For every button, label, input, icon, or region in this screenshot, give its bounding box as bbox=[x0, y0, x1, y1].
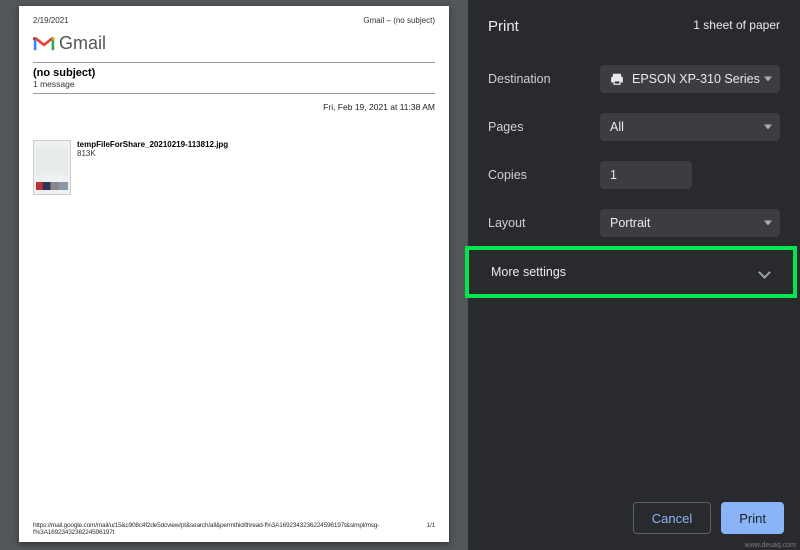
chevron-down-icon bbox=[764, 125, 772, 130]
copies-value: 1 bbox=[610, 168, 617, 182]
message-count: 1 message bbox=[33, 79, 435, 89]
gmail-logo: Gmail bbox=[33, 33, 435, 54]
destination-value: EPSON XP-310 Series bbox=[632, 72, 760, 86]
destination-label: Destination bbox=[488, 72, 592, 86]
watermark: www.deuaq.com bbox=[745, 542, 796, 549]
pages-select[interactable]: All bbox=[600, 113, 780, 141]
layout-label: Layout bbox=[488, 216, 592, 230]
attachment-size: 813K bbox=[77, 149, 228, 158]
footer-url: https://mail.google.com/mail/u/15&c908c4… bbox=[33, 522, 427, 536]
destination-select[interactable]: EPSON XP-310 Series bbox=[600, 65, 780, 93]
copies-input[interactable]: 1 bbox=[600, 161, 692, 189]
more-settings-label: More settings bbox=[491, 265, 566, 279]
print-preview-area: 2/19/2021 Gmail – (no subject) Gmail (no… bbox=[0, 0, 468, 550]
pages-value: All bbox=[610, 120, 624, 134]
preview-title: Gmail – (no subject) bbox=[363, 16, 435, 25]
print-button[interactable]: Print bbox=[721, 502, 784, 534]
email-date: Fri, Feb 19, 2021 at 11:38 AM bbox=[33, 102, 435, 112]
copies-label: Copies bbox=[488, 168, 592, 182]
attachment-filename: tempFileForShare_20210219-113812.jpg bbox=[77, 140, 228, 149]
attachment-block: tempFileForShare_20210219-113812.jpg 813… bbox=[33, 140, 435, 195]
pages-label: Pages bbox=[488, 120, 592, 134]
attachment-thumbnail bbox=[33, 140, 71, 195]
chevron-down-icon bbox=[764, 221, 772, 226]
gmail-text: Gmail bbox=[59, 33, 106, 54]
preview-page: 2/19/2021 Gmail – (no subject) Gmail (no… bbox=[19, 6, 449, 542]
divider bbox=[33, 93, 435, 94]
more-settings-toggle[interactable]: More settings bbox=[465, 246, 797, 298]
print-settings-panel: Print 1 sheet of paper Destination EPSON… bbox=[468, 0, 800, 550]
layout-value: Portrait bbox=[610, 216, 650, 230]
chevron-down-icon bbox=[764, 77, 772, 82]
printer-icon bbox=[610, 72, 624, 86]
footer-page-number: 1/1 bbox=[427, 522, 435, 536]
email-subject: (no subject) bbox=[33, 62, 435, 79]
gmail-icon bbox=[33, 36, 55, 52]
preview-date: 2/19/2021 bbox=[33, 16, 69, 25]
chevron-down-icon bbox=[758, 266, 771, 279]
panel-title: Print bbox=[488, 18, 519, 35]
layout-select[interactable]: Portrait bbox=[600, 209, 780, 237]
cancel-button[interactable]: Cancel bbox=[633, 502, 711, 534]
sheet-count: 1 sheet of paper bbox=[693, 18, 780, 35]
